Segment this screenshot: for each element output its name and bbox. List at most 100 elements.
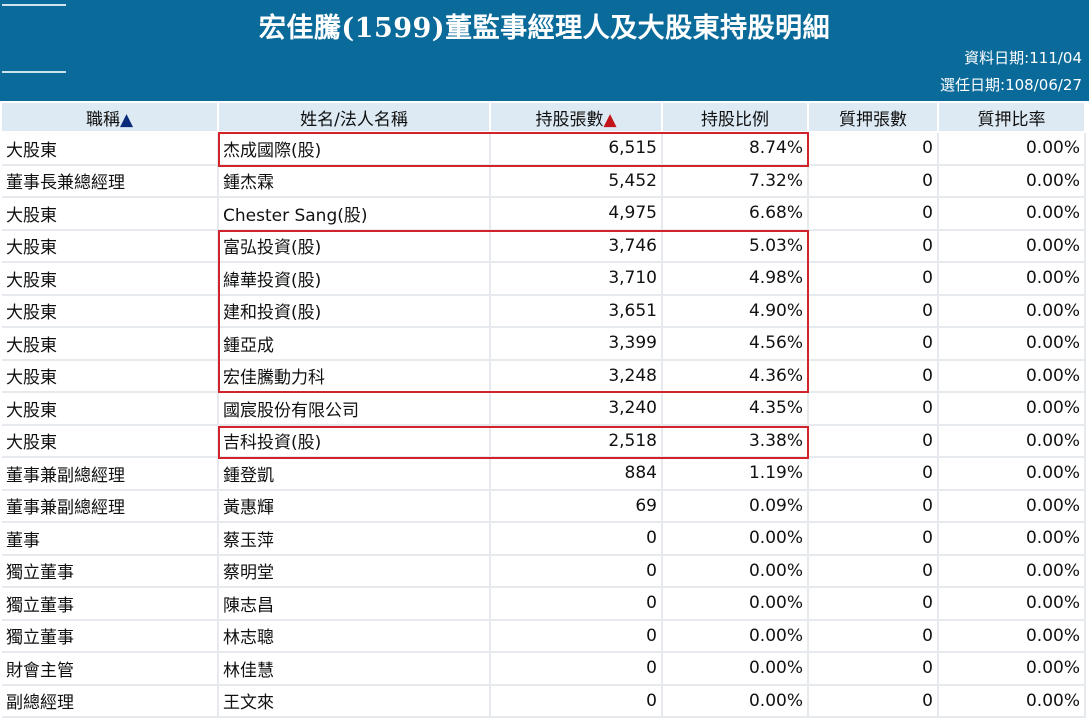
row-title: 大股東 (2, 197, 219, 231)
page-header: 宏佳騰(1599)董監事經理人及大股東持股明細 資料日期:111/04 選任日期… (0, 0, 1089, 101)
table-row: 董事兼副總經理 黃惠輝 69 0.09% 0 0.00% (2, 489, 1086, 523)
row-name: 鍾杰霖 (218, 164, 491, 198)
row-title: 董事兼副總經理 (2, 489, 219, 523)
sort-up-icon: ▲ (119, 109, 134, 130)
row-title: 大股東 (2, 262, 219, 296)
column-header-pledge[interactable]: 質押張數 (808, 103, 939, 133)
row-name: 蔡玉萍 (218, 522, 491, 556)
row-pledge: 0 (808, 619, 939, 653)
row-pledge-ratio: 0.00% (938, 522, 1086, 556)
row-title: 副總經理 (2, 684, 219, 718)
table-row: 大股東 國宸股份有限公司 3,240 4.35% 0 0.00% (2, 392, 1086, 426)
table-row: 獨立董事 林志聰 0 0.00% 0 0.00% (2, 619, 1086, 653)
row-ratio: 0.00% (662, 684, 809, 718)
row-name: 國宸股份有限公司 (218, 392, 491, 426)
table-body: 大股東 杰成國際(股) 6,515 8.74% 0 0.00% 董事長兼總經理 鍾杰霖 5,45… (2, 132, 1086, 718)
row-pledge: 0 (808, 132, 939, 166)
row-title: 董事 (2, 522, 219, 556)
row-pledge-ratio: 0.00% (938, 359, 1086, 393)
row-title: 大股東 (2, 229, 219, 263)
row-shares: 0 (490, 652, 663, 686)
row-title: 董事長兼總經理 (2, 164, 219, 198)
column-header-name[interactable]: 姓名/法人名稱 (218, 103, 491, 133)
row-pledge: 0 (808, 587, 939, 621)
row-ratio: 4.35% (662, 392, 809, 426)
row-pledge-ratio: 0.00% (938, 652, 1086, 686)
row-shares: 0 (490, 554, 663, 588)
row-title: 大股東 (2, 327, 219, 361)
row-pledge-ratio: 0.00% (938, 457, 1086, 491)
row-pledge: 0 (808, 164, 939, 198)
row-pledge-ratio: 0.00% (938, 684, 1086, 718)
row-ratio: 0.09% (662, 489, 809, 523)
row-shares: 0 (490, 587, 663, 621)
row-shares: 0 (490, 619, 663, 653)
table-row: 獨立董事 陳志昌 0 0.00% 0 0.00% (2, 587, 1086, 621)
highlight-box (218, 230, 809, 393)
row-pledge: 0 (808, 424, 939, 458)
row-name: Chester Sang(股) (218, 197, 491, 231)
row-title: 獨立董事 (2, 619, 219, 653)
row-pledge: 0 (808, 262, 939, 296)
column-header-shares[interactable]: 持股張數▲ (490, 103, 663, 133)
row-ratio: 0.00% (662, 619, 809, 653)
row-pledge: 0 (808, 392, 939, 426)
row-ratio: 0.00% (662, 652, 809, 686)
row-pledge: 0 (808, 327, 939, 361)
sort-up-icon: ▲ (603, 109, 617, 130)
row-shares: 884 (490, 457, 663, 491)
row-pledge-ratio: 0.00% (938, 262, 1086, 296)
highlight-box (218, 132, 809, 167)
row-pledge-ratio: 0.00% (938, 424, 1086, 458)
table-header-row: 職稱▲ 姓名/法人名稱 持股張數▲ 持股比例 質押張數 質押比率 (2, 103, 1086, 133)
header-decoration (2, 71, 66, 73)
row-pledge-ratio: 0.00% (938, 294, 1086, 328)
table-row: 董事長兼總經理 鍾杰霖 5,452 7.32% 0 0.00% (2, 164, 1086, 198)
row-name: 林佳慧 (218, 652, 491, 686)
row-pledge: 0 (808, 229, 939, 263)
highlight-box (218, 426, 809, 459)
table-row: 獨立董事 蔡明堂 0 0.00% 0 0.00% (2, 554, 1086, 588)
row-title: 大股東 (2, 424, 219, 458)
column-header-pledge-ratio[interactable]: 質押比率 (938, 103, 1086, 133)
row-shares: 0 (490, 522, 663, 556)
table-row: 董事兼副總經理 鍾登凱 884 1.19% 0 0.00% (2, 457, 1086, 491)
row-name: 黃惠輝 (218, 489, 491, 523)
row-pledge-ratio: 0.00% (938, 197, 1086, 231)
row-pledge-ratio: 0.00% (938, 554, 1086, 588)
row-name: 蔡明堂 (218, 554, 491, 588)
row-title: 大股東 (2, 359, 219, 393)
row-ratio: 6.68% (662, 197, 809, 231)
row-shares: 3,240 (490, 392, 663, 426)
elect-date: 選任日期:108/06/27 (940, 76, 1082, 94)
row-ratio: 0.00% (662, 554, 809, 588)
row-pledge-ratio: 0.00% (938, 619, 1086, 653)
row-shares: 5,452 (490, 164, 663, 198)
data-date: 資料日期:111/04 (964, 49, 1082, 67)
row-title: 董事兼副總經理 (2, 457, 219, 491)
row-pledge: 0 (808, 489, 939, 523)
row-pledge: 0 (808, 294, 939, 328)
row-ratio: 0.00% (662, 522, 809, 556)
row-name: 林志聰 (218, 619, 491, 653)
row-pledge-ratio: 0.00% (938, 392, 1086, 426)
row-pledge-ratio: 0.00% (938, 327, 1086, 361)
row-pledge-ratio: 0.00% (938, 489, 1086, 523)
holdings-table: 職稱▲ 姓名/法人名稱 持股張數▲ 持股比例 質押張數 質押比率 大股東 杰成國際… (2, 103, 1086, 718)
row-name: 鍾登凱 (218, 457, 491, 491)
row-title: 財會主管 (2, 652, 219, 686)
table-row: 財會主管 林佳慧 0 0.00% 0 0.00% (2, 652, 1086, 686)
table-row: 副總經理 王文來 0 0.00% 0 0.00% (2, 684, 1086, 718)
page-title: 宏佳騰(1599)董監事經理人及大股東持股明細 (258, 13, 831, 44)
row-pledge: 0 (808, 554, 939, 588)
row-title: 大股東 (2, 294, 219, 328)
column-header-ratio[interactable]: 持股比例 (662, 103, 809, 133)
table-row: 董事 蔡玉萍 0 0.00% 0 0.00% (2, 522, 1086, 556)
row-pledge: 0 (808, 197, 939, 231)
row-name: 王文來 (218, 684, 491, 718)
row-pledge: 0 (808, 652, 939, 686)
row-title: 大股東 (2, 132, 219, 166)
row-shares: 0 (490, 684, 663, 718)
table-row: 大股東 Chester Sang(股) 4,975 6.68% 0 0.00% (2, 197, 1086, 231)
column-header-title[interactable]: 職稱▲ (2, 103, 219, 133)
